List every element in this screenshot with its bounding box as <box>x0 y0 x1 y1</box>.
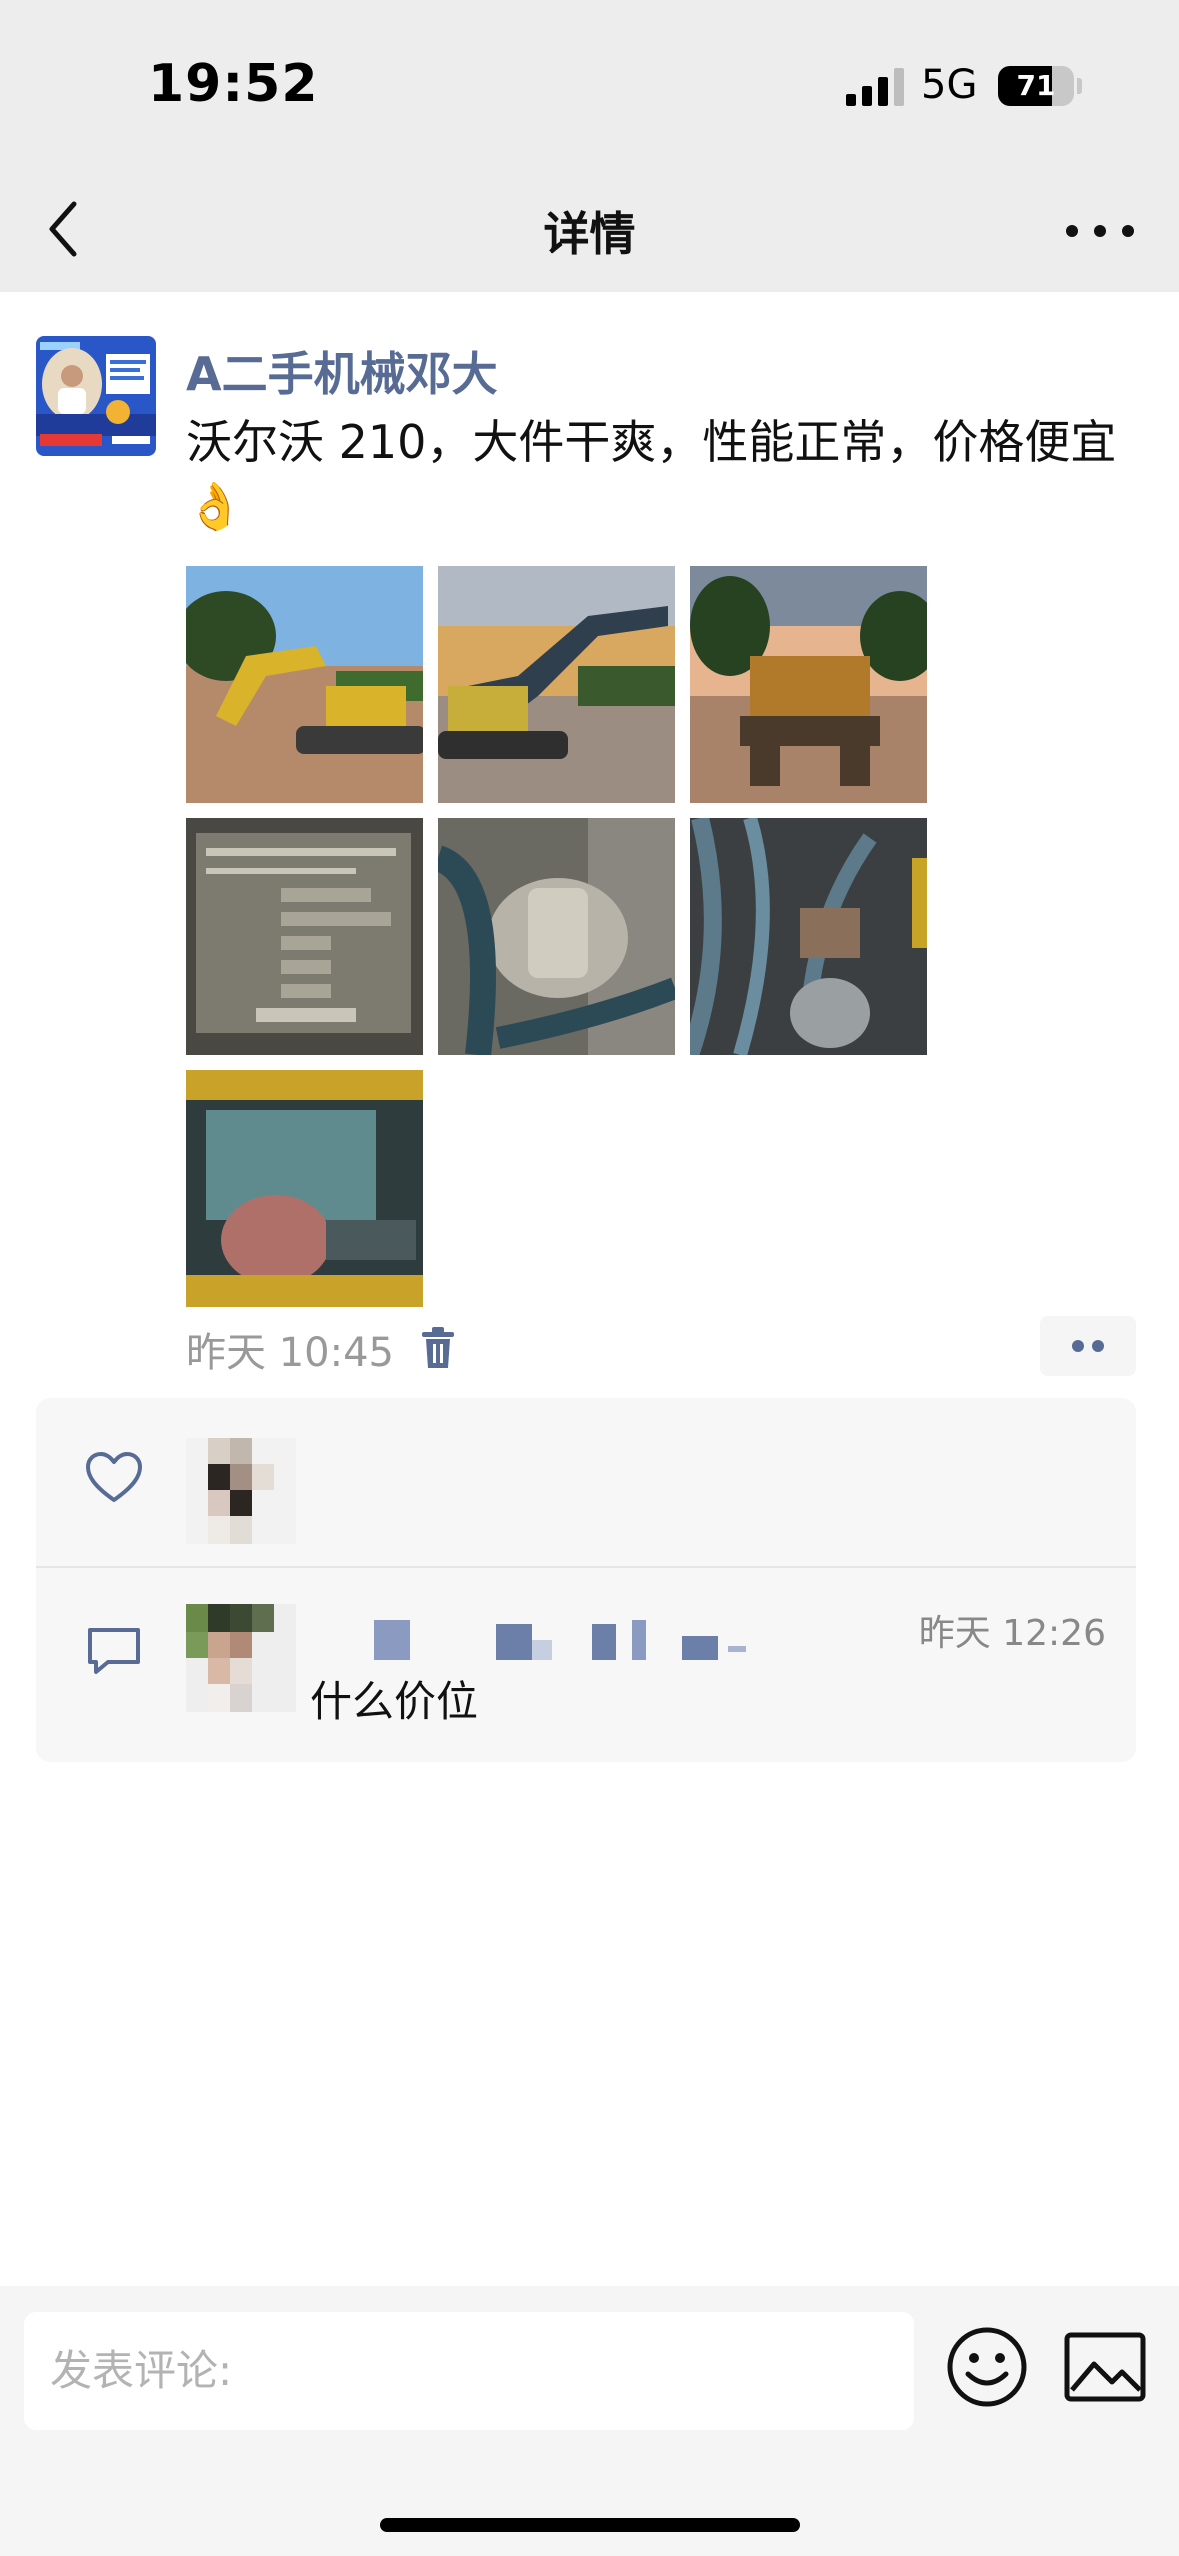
nav-bar: 详情 <box>0 170 1179 292</box>
heart-icon <box>86 1452 142 1502</box>
battery-tip <box>1077 78 1082 94</box>
photo-excavator-sunset[interactable] <box>438 566 675 803</box>
home-indicator <box>380 2518 800 2532</box>
image-icon[interactable] <box>1064 2332 1146 2402</box>
comment-composer: 发表评论: <box>0 2286 1179 2556</box>
photo-hydraulic-pump[interactable] <box>438 818 675 1055</box>
commenter-avatar[interactable] <box>186 1604 296 1712</box>
post-text: 沃尔沃 210，大件干爽，性能正常，价格便宜👌 <box>186 415 1117 533</box>
author-name[interactable]: A二手机械邓大 <box>186 338 498 404</box>
cellular-signal-icon <box>846 68 904 106</box>
post-actions-button[interactable] <box>1040 1316 1136 1376</box>
network-type: 5G <box>921 62 978 108</box>
comment-bubble-icon <box>88 1628 140 1674</box>
battery-icon: 71 <box>998 66 1074 106</box>
page-title: 详情 <box>543 207 636 261</box>
status-time: 19:52 <box>148 54 319 114</box>
more-dots-icon[interactable] <box>1060 206 1140 256</box>
photo-excavator-rear[interactable] <box>690 566 927 803</box>
interaction-panel: 昨天 12:26 什么价位 <box>36 1398 1136 1762</box>
liker-avatar[interactable] <box>186 1438 296 1544</box>
divider <box>36 1566 1136 1568</box>
comment-text: 什么价位 <box>310 1677 479 1726</box>
photo-excavator-side[interactable] <box>186 566 423 803</box>
photo-swing-motor-hoses[interactable] <box>690 818 927 1055</box>
photo-volvo-nameplate[interactable] <box>186 818 423 1055</box>
photo-engine-bay[interactable] <box>186 1070 423 1307</box>
trash-icon[interactable] <box>418 1326 458 1370</box>
author-avatar[interactable] <box>36 336 156 456</box>
battery-level: 71 <box>1016 69 1056 102</box>
comment-time: 昨天 12:26 <box>918 1613 1106 1654</box>
post-time: 昨天 10:45 <box>186 1330 394 1376</box>
smiley-icon[interactable] <box>946 2326 1028 2408</box>
status-bar: 19:52 5G 71 <box>0 0 1179 170</box>
commenter-name-redacted[interactable] <box>336 1620 756 1660</box>
comment-input[interactable]: 发表评论: <box>24 2312 914 2430</box>
